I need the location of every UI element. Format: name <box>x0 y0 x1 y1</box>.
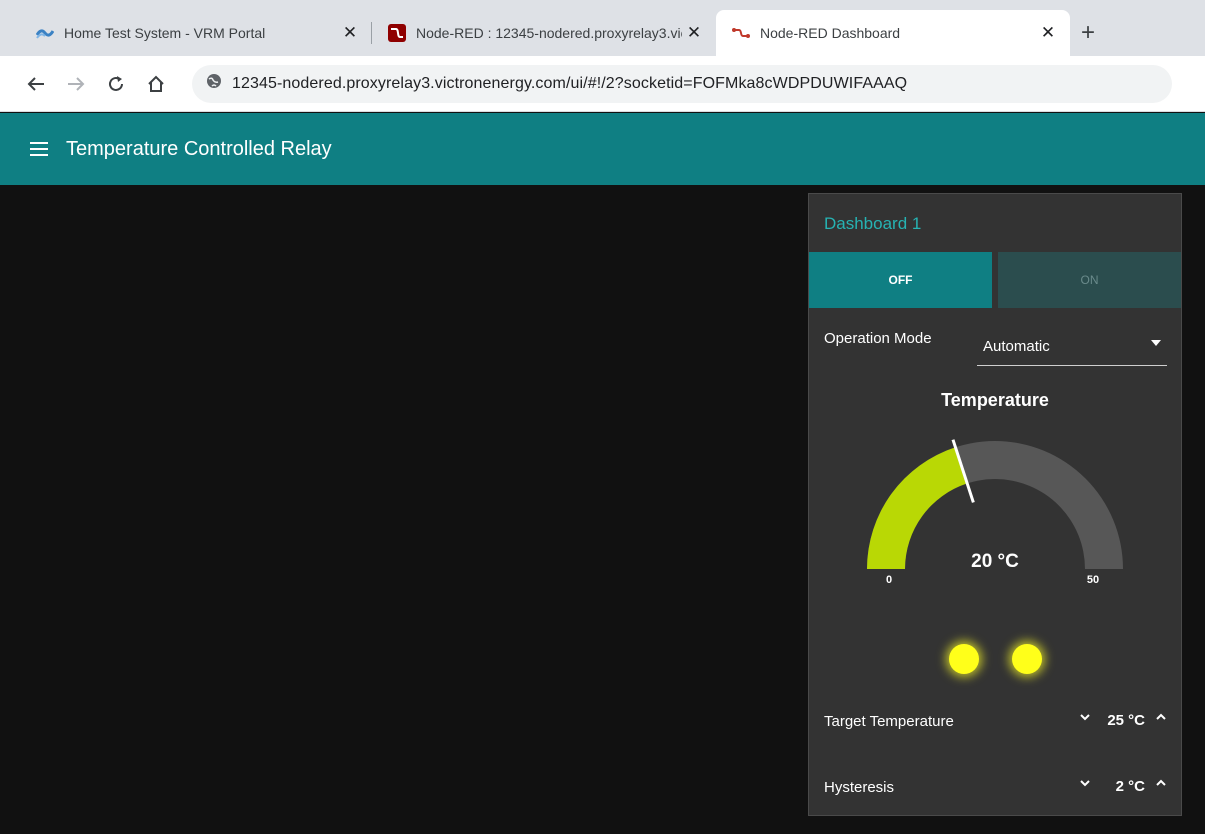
vrm-icon <box>36 24 54 42</box>
off-button[interactable]: OFF <box>809 252 992 308</box>
relay-switch: OFF ON <box>809 252 1181 308</box>
tab-vrm-portal[interactable]: Home Test System - VRM Portal ✕ <box>20 10 372 56</box>
hysteresis-value: 2 °C <box>1115 778 1145 795</box>
tab-title: Home Test System - VRM Portal <box>64 25 266 41</box>
hamburger-menu-icon[interactable] <box>30 142 48 156</box>
reload-icon <box>109 75 123 91</box>
browser-tab-strip: Home Test System - VRM Portal ✕ Node-RED… <box>0 0 1205 56</box>
close-tab-icon[interactable]: ✕ <box>1036 21 1060 45</box>
gauge-max-label: 50 <box>1086 574 1100 586</box>
status-led <box>1012 644 1042 674</box>
dashboard-group-card: Dashboard 1 OFF ON Operation Mode Automa… <box>808 193 1182 816</box>
target-temperature-value: 25 °C <box>1107 712 1145 729</box>
operation-mode-dropdown[interactable]: Automatic <box>977 326 1167 366</box>
back-button[interactable] <box>18 66 54 102</box>
reload-button[interactable] <box>98 66 134 102</box>
node-red-dashboard-icon <box>732 24 750 42</box>
new-tab-button[interactable]: + <box>1070 10 1106 56</box>
close-tab-icon[interactable]: ✕ <box>338 21 362 45</box>
hysteresis-numeric: Hysteresis 2 °C <box>809 772 1181 804</box>
chevron-up-icon[interactable] <box>1151 710 1171 732</box>
on-button[interactable]: ON <box>998 252 1181 308</box>
url-text: 12345-nodered.proxyrelay3.victronenergy.… <box>232 74 908 92</box>
page-title: Temperature Controlled Relay <box>66 137 332 160</box>
tab-title: Node-RED Dashboard <box>760 25 901 41</box>
target-temperature-numeric: Target Temperature 25 °C <box>809 706 1181 738</box>
hysteresis-label: Hysteresis <box>824 779 895 796</box>
caret-down-icon <box>1151 340 1161 346</box>
arrow-left-icon <box>27 76 44 91</box>
address-bar[interactable]: 12345-nodered.proxyrelay3.victronenergy.… <box>192 64 1172 103</box>
arrow-right-icon <box>68 76 85 91</box>
chevron-down-icon[interactable] <box>1075 710 1095 732</box>
group-title: Dashboard 1 <box>824 214 922 233</box>
gauge-min-label: 0 <box>885 574 893 586</box>
browser-toolbar: 12345-nodered.proxyrelay3.victronenergy.… <box>0 56 1205 112</box>
tab-title: Node-RED : 12345-nodered.proxyrelay3.vic… <box>416 25 682 41</box>
home-icon <box>148 75 164 92</box>
tab-node-red-editor[interactable]: Node-RED : 12345-nodered.proxyrelay3.vic… <box>372 10 716 56</box>
forward-button[interactable] <box>58 66 94 102</box>
chevron-up-icon[interactable] <box>1151 776 1171 798</box>
operation-mode-value: Automatic <box>983 338 1050 355</box>
home-button[interactable] <box>138 66 174 102</box>
gauge-value: 20 °C <box>971 551 1019 572</box>
dashboard-header: Temperature Controlled Relay <box>0 113 1205 185</box>
node-red-icon <box>388 24 406 42</box>
tab-node-red-dashboard[interactable]: Node-RED Dashboard ✕ <box>716 10 1070 56</box>
operation-mode-label: Operation Mode <box>824 330 932 347</box>
gauge-title: Temperature <box>941 390 1049 410</box>
chevron-down-icon[interactable] <box>1075 776 1095 798</box>
status-led <box>949 644 979 674</box>
target-temperature-label: Target Temperature <box>824 713 954 730</box>
close-tab-icon[interactable]: ✕ <box>682 21 706 45</box>
globe-icon <box>206 73 222 94</box>
